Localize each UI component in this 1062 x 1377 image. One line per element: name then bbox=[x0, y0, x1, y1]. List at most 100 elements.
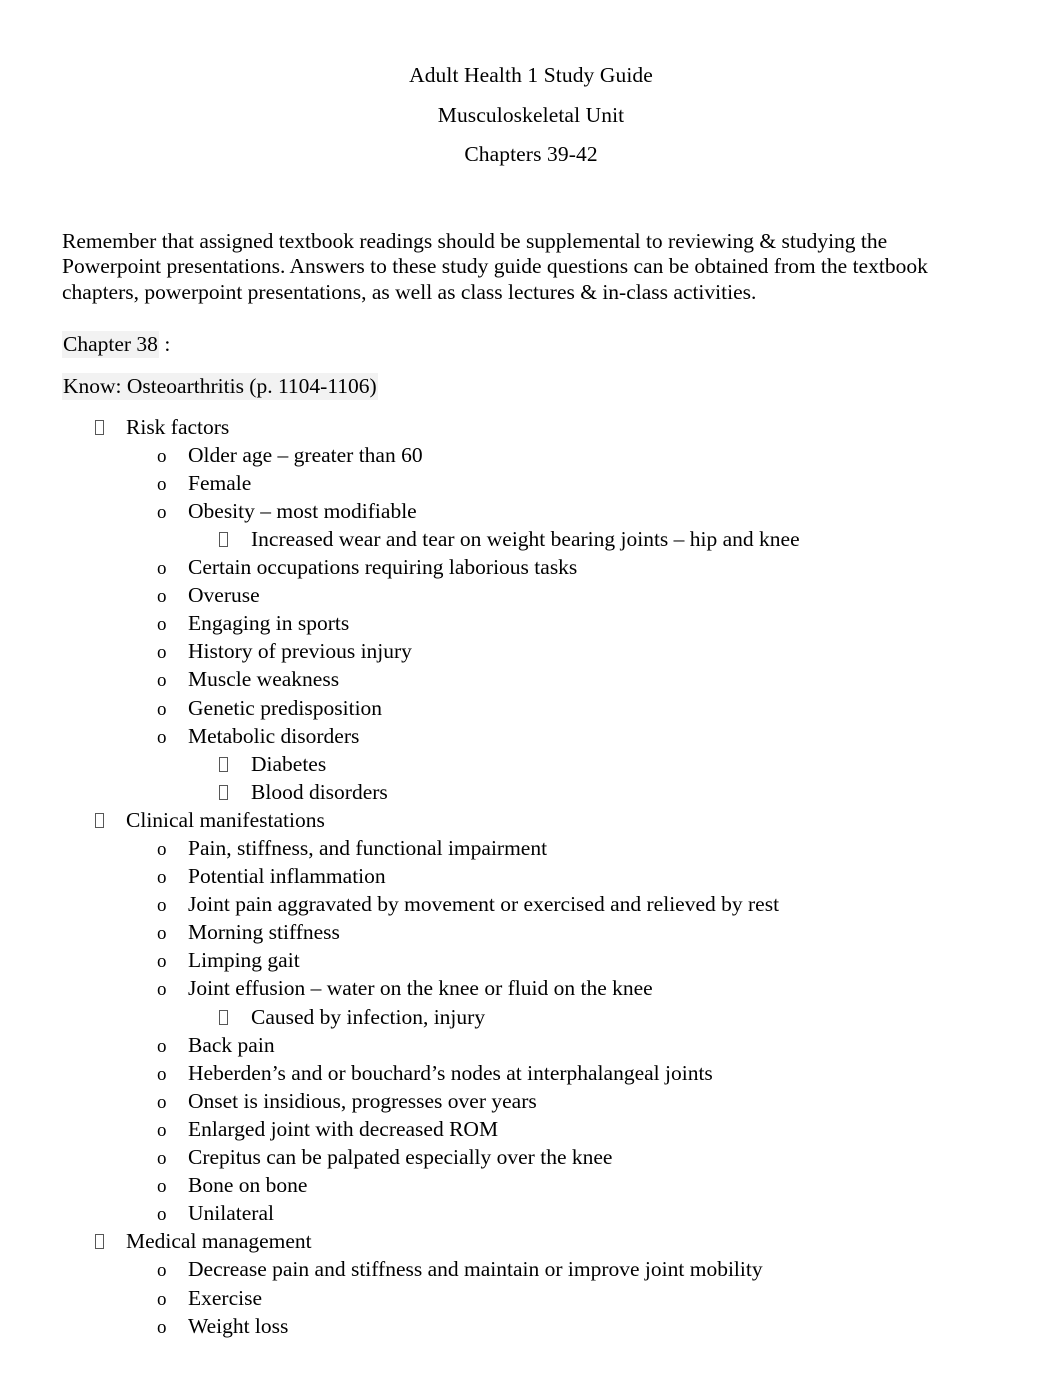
outline-item-level-2: o Exercise bbox=[62, 1284, 1000, 1312]
list-marker-o-icon: o bbox=[157, 923, 167, 945]
outline-item-label: Genetic predisposition bbox=[188, 695, 383, 720]
outline-item-label: Engaging in sports bbox=[188, 611, 350, 636]
document-subtitle-chapters: Chapters 39-42 bbox=[464, 142, 598, 166]
outline-item-level-3: Diabetes bbox=[62, 750, 1000, 778]
list-marker-box-icon bbox=[219, 778, 251, 806]
outline-item-label: Metabolic disorders bbox=[188, 723, 360, 748]
outline-item-label: Muscle weakness bbox=[188, 667, 340, 692]
list-marker-o-icon: o bbox=[157, 670, 167, 692]
list-marker-o-icon: o bbox=[157, 1091, 167, 1113]
outline-item-level-2: o Muscle weakness bbox=[62, 665, 1000, 693]
outline-item-level-2: o Unilateral bbox=[62, 1199, 1000, 1227]
list-marker-box-icon bbox=[219, 1003, 251, 1031]
outline-item-label: Increased wear and tear on weight bearin… bbox=[251, 526, 800, 551]
list-marker-o-icon: o bbox=[157, 839, 167, 861]
outline-item-level-3: Blood disorders bbox=[62, 778, 1000, 806]
list-marker-o-icon: o bbox=[157, 642, 167, 664]
outline-item-label: Potential inflammation bbox=[188, 864, 386, 889]
outline-list: Risk factors o Older age – greater than 60… bbox=[62, 413, 1000, 1340]
outline-item-label: Blood disorders bbox=[251, 779, 388, 804]
outline-item-label: Unilateral bbox=[188, 1201, 274, 1226]
outline-item-label: Exercise bbox=[188, 1285, 263, 1310]
list-marker-box-icon bbox=[219, 525, 251, 553]
outline-item-label: Joint pain aggravated by movement or exe… bbox=[188, 892, 780, 917]
list-marker-o-icon: o bbox=[157, 867, 167, 889]
list-marker-box-icon bbox=[95, 1227, 126, 1255]
outline-item-label: Diabetes bbox=[251, 751, 327, 776]
outline-item-label: Decrease pain and stiffness and maintain… bbox=[188, 1257, 763, 1282]
list-marker-box-icon bbox=[95, 806, 126, 834]
topic-heading-text: Know: Osteoarthritis (p. 1104-1106) bbox=[62, 372, 378, 400]
outline-item-label: Morning stiffness bbox=[188, 920, 340, 945]
outline-item-label: Female bbox=[188, 470, 252, 495]
outline-item-level-2: o Potential inflammation bbox=[62, 862, 1000, 890]
outline-item-label: History of previous injury bbox=[188, 639, 412, 664]
chapter-heading-text: Chapter 38 bbox=[62, 330, 159, 358]
outline-item-level-1: Risk factors bbox=[62, 413, 1000, 441]
document-page: Adult Health 1 Study Guide Musculoskelet… bbox=[0, 0, 1062, 1377]
outline-item-level-2: o Heberden’s and or bouchard’s nodes at i… bbox=[62, 1059, 1000, 1087]
chapter-heading-suffix: : bbox=[158, 331, 171, 356]
list-marker-o-icon: o bbox=[157, 1260, 167, 1282]
list-marker-o-icon: o bbox=[157, 979, 167, 1001]
list-marker-o-icon: o bbox=[157, 1148, 167, 1170]
outline-item-level-2: o Bone on bone bbox=[62, 1171, 1000, 1199]
outline-item-level-2: o Female bbox=[62, 469, 1000, 497]
outline-item-level-2: o Back pain bbox=[62, 1031, 1000, 1059]
outline-item-label: Clinical manifestations bbox=[126, 807, 325, 832]
outline-item-label: Bone on bone bbox=[188, 1173, 308, 1198]
outline-item-label: Obesity – most modifiable bbox=[188, 498, 417, 523]
outline-item-level-2: o Genetic predisposition bbox=[62, 694, 1000, 722]
intro-paragraph: Remember that assigned textbook readings… bbox=[62, 228, 928, 304]
list-marker-o-icon: o bbox=[157, 726, 167, 748]
outline-item-level-2: o Weight loss bbox=[62, 1312, 1000, 1340]
document-title-block: Adult Health 1 Study Guide Musculoskelet… bbox=[62, 56, 1000, 175]
outline-item-label: Overuse bbox=[188, 583, 260, 608]
outline-item-label: Joint effusion – water on the knee or fl… bbox=[188, 976, 653, 1001]
outline-item-level-2: o History of previous injury bbox=[62, 637, 1000, 665]
outline-item-level-2: o Enlarged joint with decreased ROM bbox=[62, 1115, 1000, 1143]
outline-item-level-3: Caused by infection, injury bbox=[62, 1003, 1000, 1031]
outline-item-level-2: o Older age – greater than 60 bbox=[62, 441, 1000, 469]
outline-item-label: Risk factors bbox=[126, 414, 230, 439]
outline-item-label: Older age – greater than 60 bbox=[188, 442, 423, 467]
chapter-heading: Chapter 38 : bbox=[62, 330, 1000, 358]
outline-item-label: Medical management bbox=[126, 1229, 312, 1254]
outline-item-label: Onset is insidious, progresses over year… bbox=[188, 1088, 537, 1113]
list-marker-o-icon: o bbox=[157, 1204, 167, 1226]
outline-item-level-2: o Decrease pain and stiffness and maintai… bbox=[62, 1255, 1000, 1283]
document-title-line-1: Adult Health 1 Study Guide bbox=[409, 63, 653, 87]
list-marker-o-icon: o bbox=[157, 473, 167, 495]
outline-item-level-2: o Joint pain aggravated by movement or ex… bbox=[62, 890, 1000, 918]
list-marker-o-icon: o bbox=[157, 698, 167, 720]
outline-item-level-2: o Limping gait bbox=[62, 946, 1000, 974]
outline-item-level-1: Clinical manifestations bbox=[62, 806, 1000, 834]
outline-item-label: Heberden’s and or bouchard’s nodes at in… bbox=[188, 1060, 713, 1085]
list-marker-o-icon: o bbox=[157, 1288, 167, 1310]
outline-item-level-2: o Morning stiffness bbox=[62, 918, 1000, 946]
list-marker-o-icon: o bbox=[157, 1063, 167, 1085]
outline-item-label: Certain occupations requiring laborious … bbox=[188, 555, 578, 580]
list-marker-o-icon: o bbox=[157, 1119, 167, 1141]
outline-item-level-3: Increased wear and tear on weight bearin… bbox=[62, 525, 1000, 553]
outline-item-level-2: o Metabolic disorders bbox=[62, 722, 1000, 750]
list-marker-box-icon bbox=[219, 750, 251, 778]
list-marker-box-icon bbox=[95, 413, 126, 441]
outline-item-level-1: Medical management bbox=[62, 1227, 1000, 1255]
outline-item-level-2: o Pain, stiffness, and functional impairm… bbox=[62, 834, 1000, 862]
list-marker-o-icon: o bbox=[157, 1176, 167, 1198]
outline-item-level-2: o Overuse bbox=[62, 581, 1000, 609]
list-marker-o-icon: o bbox=[157, 445, 167, 467]
outline-item-level-2: o Obesity – most modifiable bbox=[62, 497, 1000, 525]
outline-item-label: Pain, stiffness, and functional impairme… bbox=[188, 836, 548, 861]
list-marker-o-icon: o bbox=[157, 1316, 167, 1338]
outline-item-level-2: o Crepitus can be palpated especially ove… bbox=[62, 1143, 1000, 1171]
document-subtitle-unit: Musculoskeletal Unit bbox=[437, 102, 625, 127]
outline-item-label: Caused by infection, injury bbox=[251, 1004, 486, 1029]
outline-item-label: Weight loss bbox=[188, 1313, 289, 1338]
outline-item-label: Crepitus can be palpated especially over… bbox=[188, 1145, 613, 1170]
list-marker-o-icon: o bbox=[157, 586, 167, 608]
list-marker-o-icon: o bbox=[157, 614, 167, 636]
outline-item-label: Enlarged joint with decreased ROM bbox=[188, 1116, 499, 1141]
outline-item-level-2: o Joint effusion – water on the knee or f… bbox=[62, 974, 1000, 1002]
